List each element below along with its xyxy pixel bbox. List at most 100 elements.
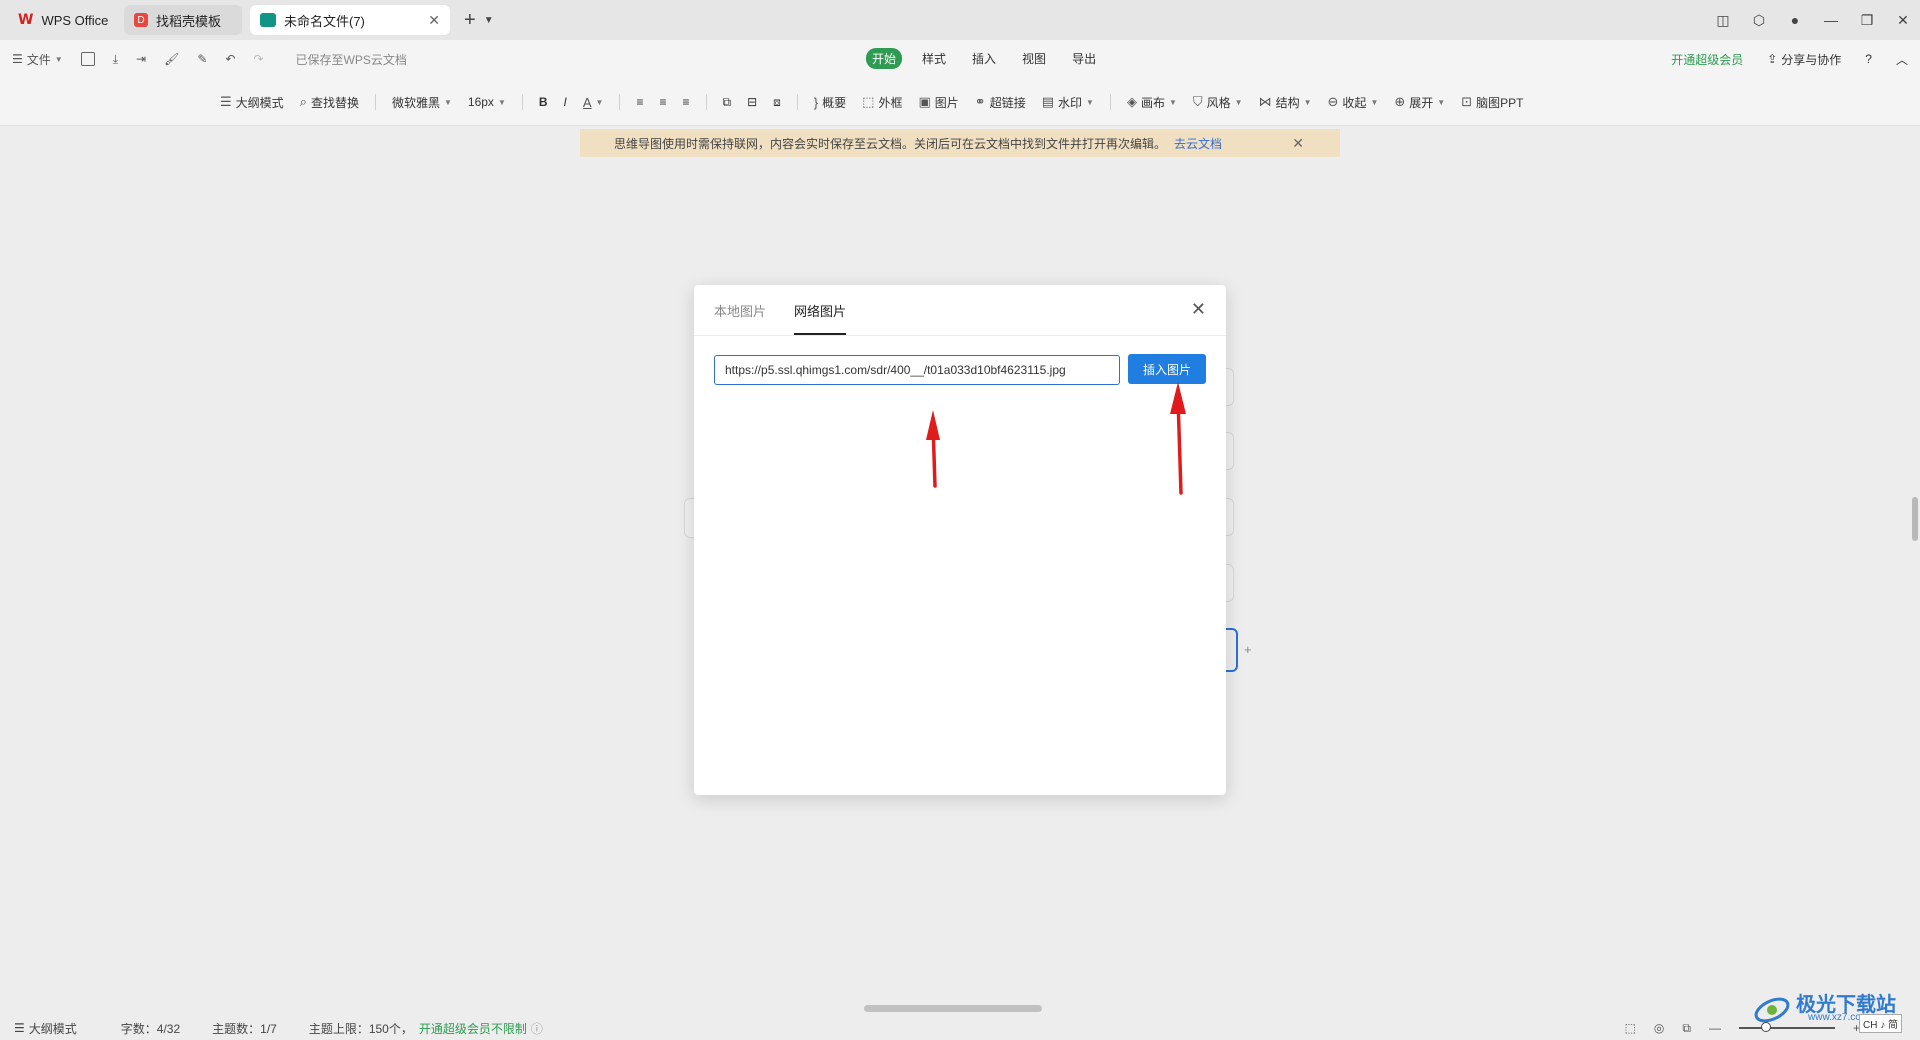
hyperlink-button[interactable]: ⚭ 超链接 <box>975 94 1026 111</box>
expand-button[interactable]: ⊕ 展开 ▼ <box>1394 94 1445 111</box>
font-select[interactable]: 微软雅黑 ▼ <box>392 94 452 111</box>
font-size-select[interactable]: 16px ▼ <box>468 95 506 109</box>
align-right-icon[interactable]: ≡ <box>683 95 690 109</box>
topic-count: 主题数：1/7 <box>212 1021 277 1036</box>
canvas-label: 画布 <box>1140 95 1165 110</box>
status-bar: ☰ 大纲模式 字数：4/32 主题数：1/7 主题上限：150个， 开通超级会员… <box>0 1016 1920 1040</box>
ime-indicator[interactable]: CH ♪ 简 <box>1859 1014 1902 1033</box>
hyperlink-label: 超链接 <box>989 95 1026 110</box>
summary-label: 概要 <box>822 95 847 110</box>
export-icon[interactable]: ⇥ <box>136 52 146 66</box>
link-icon: ⚭ <box>974 94 986 109</box>
tab-wps-office[interactable]: W WPS Office <box>8 5 116 35</box>
fit-screen-icon[interactable]: ⬚ <box>1625 1021 1636 1035</box>
find-replace-button[interactable]: ⌕ 查找替换 <box>300 94 359 111</box>
list-icon: ☰ <box>14 1021 25 1035</box>
chevron-down-icon: ▼ <box>1437 97 1446 107</box>
tab-docer-templates[interactable]: D 找稻壳模板 <box>124 5 242 35</box>
close-icon[interactable]: ✕ <box>1292 135 1304 152</box>
window-controls: ◫ ⬡ ● — ❐ ✕ <box>1716 0 1910 40</box>
image-label: 图片 <box>934 95 959 110</box>
file-menu[interactable]: ☰ 文件 ▼ <box>12 51 63 68</box>
cloud-notice-bar: 思维导图使用时需保持联网，内容会实时保存至云文档。关闭后可在云文档中找到文件并打… <box>580 129 1340 157</box>
format-painter-icon[interactable]: 🖌 <box>164 52 179 66</box>
canvas-button[interactable]: ◈ 画布 ▼ <box>1127 94 1177 111</box>
style-button[interactable]: ⛉ 风格 ▼ <box>1193 94 1243 111</box>
menu-icon: ☰ <box>12 52 23 66</box>
close-icon[interactable]: ✕ <box>428 12 440 29</box>
watermark-icon: ▤ <box>1041 94 1054 109</box>
vip-unlimited-link[interactable]: 开通超级会员不限制 <box>419 1020 527 1037</box>
close-window-icon[interactable]: ✕ <box>1896 12 1910 29</box>
divider <box>694 335 1226 336</box>
vip-link[interactable]: 开通超级会员 <box>1671 51 1743 68</box>
tab-local-image[interactable]: 本地图片 <box>714 285 766 335</box>
structure-label: 结构 <box>1275 95 1300 110</box>
tab-export[interactable]: 导出 <box>1066 48 1102 69</box>
tab-insert[interactable]: 插入 <box>966 48 1002 69</box>
divider <box>1109 94 1111 110</box>
info-icon[interactable]: ⓘ <box>531 1020 543 1037</box>
redo-icon[interactable]: ↷ <box>253 52 263 66</box>
collapse-button[interactable]: ⊖ 收起 ▼ <box>1328 94 1379 111</box>
site-watermark: 极光下载站 www.xz7.com CH ♪ 简 <box>1750 988 1902 1034</box>
align-center-icon[interactable]: ≡ <box>659 95 666 109</box>
outline-mode-label: 大纲模式 <box>235 95 284 110</box>
find-replace-label: 查找替换 <box>310 95 359 110</box>
insert-sibling-topic-icon[interactable]: ⊟ <box>747 95 757 109</box>
insert-image-button[interactable]: 插入图片 <box>1128 354 1206 384</box>
download-icon[interactable]: ⤓ <box>113 52 118 67</box>
add-node-plus-icon[interactable]: + <box>1244 642 1258 657</box>
tab-view[interactable]: 视图 <box>1016 48 1052 69</box>
layout-icon[interactable]: ◫ <box>1716 12 1730 29</box>
chevron-down-icon: ▼ <box>1370 97 1379 107</box>
insert-parent-topic-icon[interactable]: ⧈ <box>773 95 781 110</box>
image-url-input[interactable] <box>714 355 1120 385</box>
outline-mode-label: 大纲模式 <box>28 1021 77 1036</box>
menu-bar: ☰ 文件 ▼ ⤓ ⇥ 🖌 ✎ ↶ ↷ 已保存至WPS云文档 开始 样式 插入 视… <box>0 40 1920 78</box>
italic-button[interactable]: I <box>564 95 567 109</box>
structure-icon: ⋈ <box>1258 94 1272 109</box>
outline-mode-button[interactable]: ☰ 大纲模式 <box>220 94 284 111</box>
tab-web-image[interactable]: 网络图片 <box>794 285 847 335</box>
vertical-scrollbar[interactable] <box>1912 497 1918 541</box>
save-icon[interactable] <box>80 52 95 66</box>
minimize-icon[interactable]: — <box>1824 12 1838 28</box>
collapse-ribbon-icon[interactable]: ︿ <box>1896 51 1908 68</box>
mindmap-logo-icon <box>260 13 276 27</box>
locate-icon[interactable]: ◎ <box>1654 1021 1664 1035</box>
new-tab-plus-icon[interactable]: + <box>464 9 476 32</box>
mindmap-ppt-button[interactable]: ⊡ 脑图PPT <box>1461 94 1523 111</box>
chevron-down-icon[interactable]: ▼ <box>484 15 494 26</box>
frame-label: 外框 <box>878 95 903 110</box>
wps-logo-icon: W <box>18 12 34 28</box>
map-icon[interactable]: ⧉ <box>1682 1021 1691 1036</box>
avatar[interactable]: ● <box>1788 12 1802 28</box>
frame-button[interactable]: ⬚ 外框 <box>862 94 902 111</box>
bold-button[interactable]: B <box>539 95 548 109</box>
horizontal-scrollbar[interactable] <box>864 1005 1042 1012</box>
restore-icon[interactable]: ❐ <box>1860 12 1874 29</box>
tab-start[interactable]: 开始 <box>866 48 903 69</box>
watermark-button[interactable]: ▤ 水印 ▼ <box>1042 94 1094 111</box>
pen-icon[interactable]: ✎ <box>197 52 207 66</box>
ribbon-toolbar: ☰ 大纲模式 ⌕ 查找替换 微软雅黑 ▼ 16px ▼ B I A ▼ ≡ ≡ ≡ ⧉ ⊟… <box>0 78 1920 126</box>
tab-untitled-file[interactable]: 未命名文件(7) ✕ <box>250 5 450 35</box>
close-icon[interactable]: ✕ <box>1191 299 1206 320</box>
summary-button[interactable]: } 概要 <box>814 94 846 111</box>
go-cloud-docs-link[interactable]: 去云文档 <box>1174 135 1222 152</box>
align-left-icon[interactable]: ≡ <box>636 95 643 109</box>
insert-child-topic-icon[interactable]: ⧉ <box>723 95 732 110</box>
undo-icon[interactable]: ↶ <box>225 52 235 66</box>
structure-button[interactable]: ⋈ 结构 ▼ <box>1259 94 1312 111</box>
tab-style[interactable]: 样式 <box>916 48 952 69</box>
cube-icon[interactable]: ⬡ <box>1752 12 1766 29</box>
share-button[interactable]: ⇪ 分享与协作 <box>1767 51 1841 68</box>
word-count: 字数：4/32 <box>120 1021 181 1036</box>
font-color-button[interactable]: A ▼ <box>583 95 604 110</box>
title-tab-bar: W WPS Office D 找稻壳模板 未命名文件(7) ✕ + ▼ ◫ ⬡ … <box>0 0 1920 40</box>
help-icon[interactable]: ? <box>1865 52 1872 66</box>
image-button[interactable]: ▣ 图片 <box>918 94 958 111</box>
outline-mode-toggle[interactable]: ☰ 大纲模式 <box>14 1020 77 1037</box>
zoom-out-icon[interactable]: — <box>1709 1021 1721 1035</box>
